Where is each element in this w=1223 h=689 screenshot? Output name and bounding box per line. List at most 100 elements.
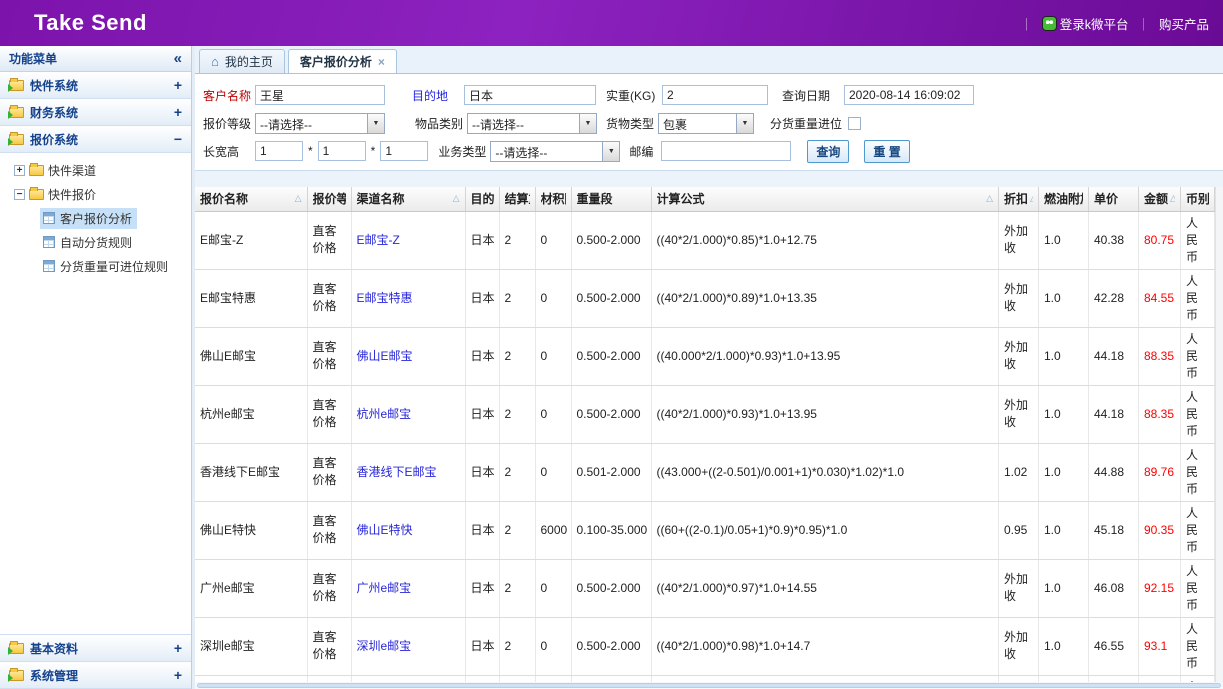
quote-level-select[interactable]: --请选择-- ▼ <box>255 113 385 134</box>
column-header-weight-range[interactable]: 重量段 <box>571 187 651 211</box>
destination-label: 目的地 <box>412 87 464 104</box>
collapse-icon[interactable]: − <box>14 189 25 200</box>
wechat-login-link[interactable]: 登录k微平台 <box>1042 14 1129 33</box>
tree-item-split-weight-carry-rule[interactable]: 分货重量可进位规则 <box>0 254 191 278</box>
sort-icon: △ <box>986 193 993 204</box>
cell-channel-name[interactable]: E邮宝-Z <box>351 211 465 269</box>
column-header-volume-divisor[interactable]: 材积除 <box>535 187 571 211</box>
length-input[interactable] <box>255 141 303 161</box>
column-header-fuel-surcharge[interactable]: 燃油附加 <box>1039 187 1089 211</box>
table-row: E邮宝特惠直客价格E邮宝特惠日本200.500-2.000((40*2/1.00… <box>195 269 1215 327</box>
cell-channel-name[interactable]: 佛山E特快 <box>351 501 465 559</box>
channel-link[interactable]: 深圳e邮宝 <box>357 639 412 653</box>
horizontal-scrollbar[interactable] <box>195 682 1223 689</box>
cell-volume-divisor: 0 <box>535 443 571 501</box>
query-date-input[interactable] <box>844 85 974 105</box>
column-header-channel-name[interactable]: 渠道名称△ <box>351 187 465 211</box>
sort-icon: △ <box>453 193 460 204</box>
column-header-unit-price[interactable]: 单价 <box>1089 187 1139 211</box>
grid-scroll-area: 报价名称△报价等级渠道名称△目的地结算重量材积除重量段计算公式△折扣△ 燃油附加单… <box>195 187 1215 682</box>
column-header-quote-name[interactable]: 报价名称△ <box>195 187 307 211</box>
tab-customer-quote-analysis[interactable]: 客户报价分析 × <box>288 49 397 73</box>
item-category-select[interactable]: --请选择-- ▼ <box>467 113 597 134</box>
channel-link[interactable]: E邮宝-Z <box>357 233 400 247</box>
column-header-quote-level[interactable]: 报价等级 <box>307 187 351 211</box>
cell-discount: 外加收 <box>999 559 1039 617</box>
column-header-amount[interactable]: 金额△ <box>1139 187 1181 211</box>
table-icon <box>43 212 55 224</box>
close-icon[interactable]: × <box>378 55 385 69</box>
destination-input[interactable] <box>464 85 596 105</box>
tree-node-express-quote[interactable]: −快件报价 <box>0 182 191 206</box>
sidebar-section-label: 报价系统 <box>30 131 78 148</box>
cell-unit-price: 42.28 <box>1089 269 1139 327</box>
width-input[interactable] <box>318 141 366 161</box>
cell-amount: 84.55 <box>1139 269 1181 327</box>
column-header-destination[interactable]: 目的地 <box>465 187 499 211</box>
cell-weight-range: 0.100-35.000 <box>571 675 651 682</box>
cell-channel-name[interactable]: 广州e邮宝 <box>351 559 465 617</box>
buy-product-link[interactable]: 购买产品 <box>1159 14 1209 33</box>
sidebar-section-finance-system[interactable]: 财务系统+ <box>0 99 191 126</box>
column-header-billing-weight[interactable]: 结算重量 <box>499 187 535 211</box>
tab-my-home[interactable]: ⌂ 我的主页 <box>199 49 285 73</box>
channel-link[interactable]: 佛山E邮宝 <box>357 349 413 363</box>
channel-link[interactable]: 佛山E特快 <box>357 523 413 537</box>
reset-button[interactable]: 重 置 <box>864 140 909 163</box>
vertical-scrollbar[interactable] <box>1215 187 1223 682</box>
column-header-discount[interactable]: 折扣△ <box>999 187 1039 211</box>
table-row: 香港线下E邮宝直客价格香港线下E邮宝日本200.501-2.000((43.00… <box>195 443 1215 501</box>
business-type-select[interactable]: --请选择-- ▼ <box>490 141 620 162</box>
cell-channel-name[interactable]: 广州E特快 <box>351 675 465 682</box>
cell-quote-level: 直客价格 <box>307 675 351 682</box>
split-weight-carry-checkbox[interactable] <box>848 117 861 130</box>
sidebar-section-express-system[interactable]: 快件系统+ <box>0 72 191 99</box>
cell-channel-name[interactable]: 深圳e邮宝 <box>351 617 465 675</box>
tree-item-customer-quote-analysis[interactable]: 客户报价分析 <box>0 206 191 230</box>
channel-link[interactable]: 杭州e邮宝 <box>357 407 412 421</box>
sidebar-section-system-management[interactable]: 系统管理+ <box>0 662 191 689</box>
channel-link[interactable]: E邮宝特惠 <box>357 291 413 305</box>
cell-weight-range: 0.500-2.000 <box>571 211 651 269</box>
column-label: 燃油附加 <box>1044 190 1083 207</box>
cell-quote-name: 深圳e邮宝 <box>195 617 307 675</box>
sidebar-section-quote-system[interactable]: 报价系统− <box>0 126 191 153</box>
cell-channel-name[interactable]: 佛山E邮宝 <box>351 327 465 385</box>
column-header-formula[interactable]: 计算公式△ <box>651 187 999 211</box>
column-label: 材积除 <box>541 190 566 207</box>
cell-channel-name[interactable]: 杭州e邮宝 <box>351 385 465 443</box>
cell-channel-name[interactable]: 香港线下E邮宝 <box>351 443 465 501</box>
channel-link[interactable]: 香港线下E邮宝 <box>357 465 437 479</box>
expand-icon[interactable]: + <box>14 165 25 176</box>
cell-formula: ((40.000*2/1.000)*0.93)*1.0+13.95 <box>651 327 999 385</box>
form-row-2: 报价等级 --请选择-- ▼ 物品类别 --请选择-- ▼ 货物类型 包裹 ▼ <box>195 109 1223 137</box>
split-weight-carry-label: 分货重量进位 <box>770 115 842 132</box>
sidebar-section-label: 基本资料 <box>30 640 78 657</box>
table-row: 广州e邮宝直客价格广州e邮宝日本200.500-2.000((40*2/1.00… <box>195 559 1215 617</box>
cell-quote-level: 直客价格 <box>307 327 351 385</box>
customer-name-input[interactable] <box>255 85 385 105</box>
cell-formula: ((40*2/1.000)*0.98)*1.0+14.7 <box>651 617 999 675</box>
cell-channel-name[interactable]: E邮宝特惠 <box>351 269 465 327</box>
form-row-3: 长宽高 * * 业务类型 --请选择-- ▼ 邮编 查询 重 置 <box>195 137 1223 165</box>
zip-input[interactable] <box>661 141 791 161</box>
topbar-links: ｜ 登录k微平台 ｜ 购买产品 <box>1020 14 1209 33</box>
cell-discount: 外加收 <box>999 211 1039 269</box>
cell-discount: 1.02 <box>999 443 1039 501</box>
cell-discount: 0.95 <box>999 501 1039 559</box>
tree-node-express-channel[interactable]: +快件渠道 <box>0 158 191 182</box>
separator: ｜ <box>1137 14 1150 33</box>
cell-quote-level: 直客价格 <box>307 617 351 675</box>
horizontal-scrollbar-thumb[interactable] <box>197 683 1221 688</box>
sidebar-collapse-icon[interactable]: « <box>174 50 182 67</box>
channel-link[interactable]: 广州e邮宝 <box>357 581 412 595</box>
cargo-type-select[interactable]: 包裹 ▼ <box>658 113 754 134</box>
sidebar-section-basic-data[interactable]: 基本资料+ <box>0 635 191 662</box>
weight-input[interactable] <box>662 85 768 105</box>
search-button[interactable]: 查询 <box>807 140 849 163</box>
cell-weight-range: 0.500-2.000 <box>571 559 651 617</box>
height-input[interactable] <box>380 141 428 161</box>
cell-weight-range: 0.501-2.000 <box>571 443 651 501</box>
tree-item-auto-split-rule[interactable]: 自动分货规则 <box>0 230 191 254</box>
column-header-currency[interactable]: 币别△ <box>1181 187 1215 211</box>
